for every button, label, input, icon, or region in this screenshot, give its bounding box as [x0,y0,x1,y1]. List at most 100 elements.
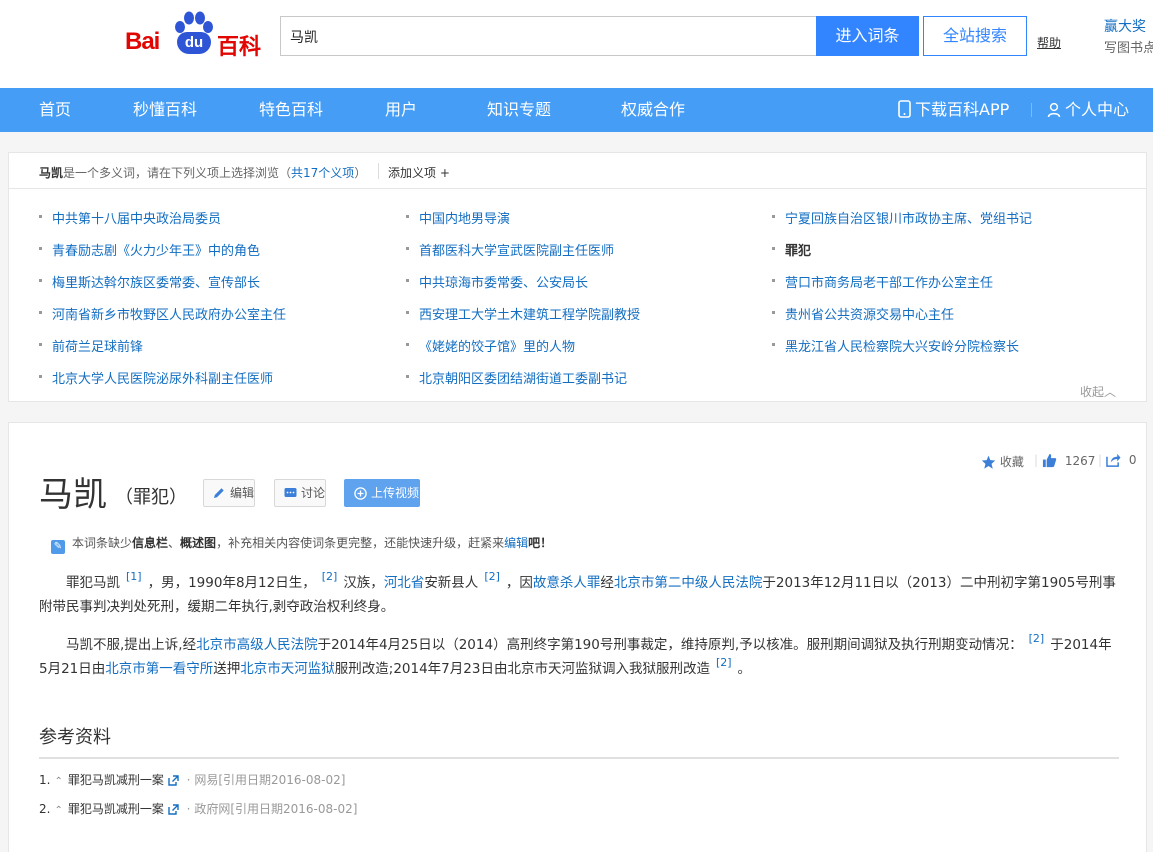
sense-item[interactable]: 贵州省公共资源交易中心主任 [772,304,955,323]
sense-label: 营口市商务局老干部工作办公室主任 [785,276,994,291]
reference-source: · 政府网[引用日期2016-08-02] [182,802,358,816]
sense-item[interactable]: 北京朝阳区委团结湖街道工委副书记 [406,368,627,387]
like-count: 1267 [1064,454,1096,468]
share-icon [1106,453,1121,467]
sense-item[interactable]: 营口市商务局老干部工作办公室主任 [772,272,994,291]
sense-item[interactable]: 梅里斯达斡尔族区委常委、宣传部长 [39,272,260,291]
reference-title-link[interactable]: 罪犯马凯减刑一案 [68,773,164,787]
citation[interactable]: [2] [484,570,500,583]
bullet-icon [406,279,409,282]
nav-home[interactable]: 首页 [39,88,71,132]
polysemy-intro-text: 是一个多义词，请在下列义项上选择浏览（ [63,166,292,180]
link-high-court[interactable]: 北京市高级人民法院 [196,637,318,653]
sense-item[interactable]: 西安理工大学土木建筑工程学院副教授 [406,304,640,323]
bullet-icon [772,215,775,218]
tip-edit-link[interactable]: 编辑 [504,536,528,550]
site-search-button[interactable]: 全站搜索 [923,16,1027,56]
discuss-button[interactable]: 讨论 [274,479,327,507]
external-link-icon[interactable] [168,804,179,815]
link-prison[interactable]: 北京市天河监狱 [240,661,335,677]
upload-video-button[interactable]: 上传视频 [344,479,421,507]
polysemy-panel: 马凯是一个多义词，请在下列义项上选择浏览（共17个义项） 添加义项 + 中共第十… [8,152,1147,402]
citation[interactable]: [2] [1029,632,1045,645]
jump-up-icon[interactable]: ⌃ [54,805,62,816]
sense-label: 中共琼海市委常委、公安局长 [419,276,589,291]
nav-miaodong[interactable]: 秒懂百科 [133,88,197,132]
sense-item[interactable]: 中国内地男导演 [406,208,511,227]
sense-item: 罪犯 [772,240,811,259]
text: 服刑改造;2014年7月23日由北京市天河监狱调入我狱服刑改造 [334,661,710,677]
citation[interactable]: [1] [126,570,142,583]
sense-item[interactable]: 北京大学人民医院泌尿外科副主任医师 [39,368,274,387]
text: 。 [737,661,752,677]
user-center-link[interactable]: 个人中心 [1047,88,1129,132]
bullet-icon [39,247,42,250]
action-divider: | [1034,453,1039,467]
sense-item[interactable]: 宁夏回族自治区银川市政协主席、党组书记 [772,208,1032,227]
reference-source: · 网易[引用日期2016-08-02] [182,773,346,787]
link-court[interactable]: 北京市第二中级人民法院 [614,575,763,591]
text: ，因 [505,575,533,591]
download-app-link[interactable]: 下载百科APP [898,88,1009,132]
link-detention[interactable]: 北京市第一看守所 [105,661,213,677]
sense-item[interactable]: 首都医科大学宣武医院副主任医师 [406,240,614,259]
sense-item[interactable]: 青春励志剧《火力少年王》中的角色 [39,240,260,259]
logo-du-text: du [177,32,211,54]
tip-summary-image: 概述图 [180,536,217,550]
polysemy-count-link[interactable]: 共17个义项 [291,166,354,180]
sense-item[interactable]: 中共琼海市委常委、公安局长 [406,272,589,291]
plus-icon: + [439,166,450,180]
tip-text: 、 [168,536,181,550]
like-button[interactable]: 1267 [1042,453,1095,468]
link-hebei[interactable]: 河北省 [384,575,425,591]
edit-label: 编辑 [230,486,255,500]
polysemy-intro-end: ） [354,166,367,180]
sense-item[interactable]: 黑龙江省人民检察院大兴安岭分院检察长 [772,336,1019,355]
nav-authority[interactable]: 权威合作 [621,88,685,132]
bullet-icon [39,311,42,314]
add-sense-label: 添加义项 [388,166,437,180]
sense-item[interactable]: 前荷兰足球前锋 [39,336,144,355]
sense-label: 前荷兰足球前锋 [52,340,144,355]
add-sense-button[interactable]: 添加义项 + [388,164,450,181]
sense-label: 贵州省公共资源交易中心主任 [785,308,955,323]
help-link[interactable]: 帮助 [1037,34,1061,51]
bullet-icon [39,375,42,378]
link-crime[interactable]: 故意杀人罪 [533,575,601,591]
share-count: 0 [1128,453,1137,467]
citation[interactable]: [2] [716,656,732,669]
main-nav: 首页 秒懂百科 特色百科 用户 知识专题 权威合作 下载百科APP 个人中心 [0,88,1153,132]
tip-text: 本词条缺少 [72,536,133,550]
search-input[interactable]: 马凯 [280,16,816,56]
page-subtitle: （罪犯） [115,487,187,508]
reference-title-link[interactable]: 罪犯马凯减刑一案 [68,802,164,816]
citation[interactable]: [2] [322,570,338,583]
external-link-icon[interactable] [168,775,179,786]
sense-item[interactable]: 《姥姥的饺子馆》里的人物 [406,336,575,355]
edit-button[interactable]: 编辑 [203,479,256,507]
promo-link[interactable]: 赢大奖 [1104,16,1146,36]
collapse-button[interactable]: 收起︿ [1080,383,1116,400]
close-icon[interactable]: ✕ [1146,40,1153,56]
text: 经 [600,575,614,591]
polysemy-intro: 马凯是一个多义词，请在下列义项上选择浏览（共17个义项） [39,164,366,181]
nav-users[interactable]: 用户 [385,88,417,132]
enter-entry-button[interactable]: 进入词条 [816,16,919,56]
collapse-label: 收起 [1080,385,1105,399]
nav-divider [1031,103,1032,117]
baidu-baike-logo[interactable]: Bai du 百科 [125,10,265,60]
article-panel: 收藏 | 1267 | 0 马凯 （罪犯） 编辑 讨论 上传视频 ✎ 本词条缺少信… [8,422,1147,852]
share-button[interactable]: 0 [1106,453,1136,467]
upload-video-label: 上传视频 [371,486,420,500]
nav-topics[interactable]: 知识专题 [487,88,551,132]
sense-label: 北京大学人民医院泌尿外科副主任医师 [52,372,274,387]
sense-item[interactable]: 河南省新乡市牧野区人民政府办公室主任 [39,304,286,323]
sense-item[interactable]: 中共第十八届中央政治局委员 [39,208,221,227]
references-divider [39,757,1119,759]
sense-label: 中国内地男导演 [419,212,511,227]
discuss-label: 讨论 [301,486,326,500]
jump-up-icon[interactable]: ⌃ [54,776,62,787]
nav-featured[interactable]: 特色百科 [259,88,323,132]
collect-button[interactable]: 收藏 [981,453,1024,470]
collect-label: 收藏 [999,455,1024,469]
